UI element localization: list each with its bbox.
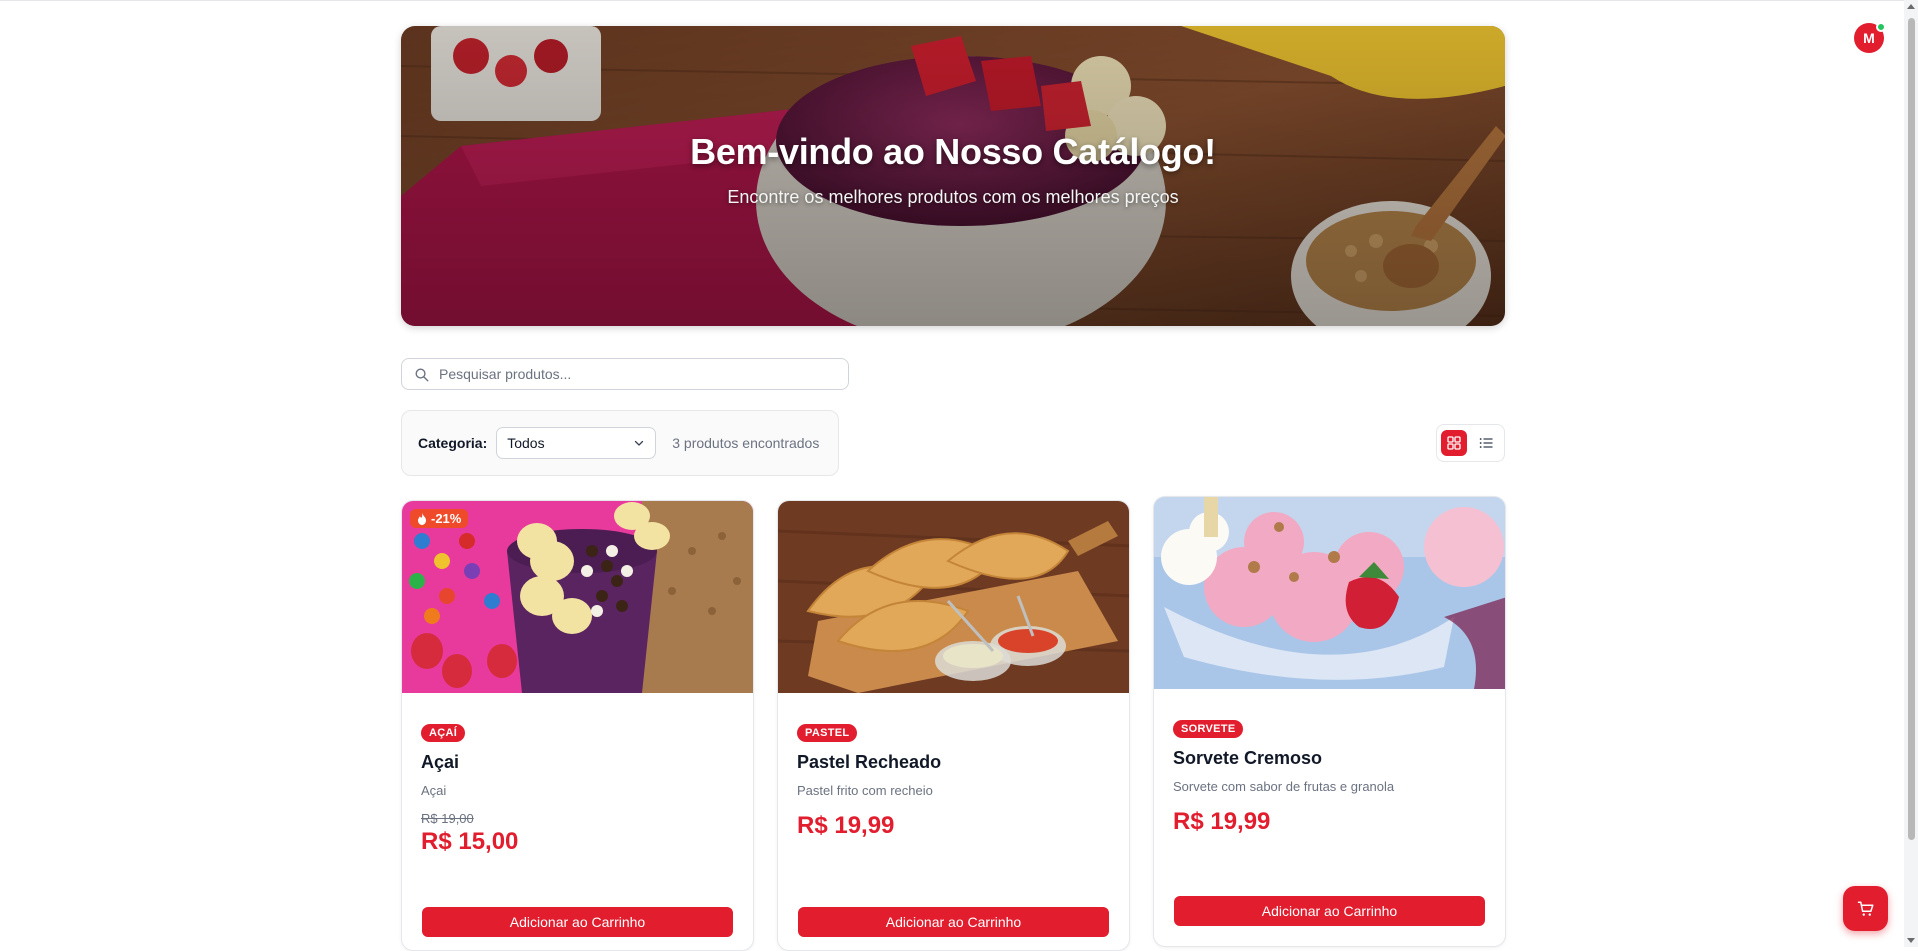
category-badge: SORVETE — [1173, 720, 1244, 738]
product-price: R$ 15,00 — [421, 828, 519, 855]
discount-badge: -21% — [410, 509, 469, 528]
cart-icon — [1857, 901, 1873, 916]
avatar-initial: M — [1863, 30, 1875, 46]
product-card-acai: -21% AÇAÍ Açai Açai R$ 19,00 R$ 15,00 Ad… — [401, 500, 754, 951]
category-select[interactable]: Todos — [496, 427, 657, 459]
add-to-cart-button[interactable]: Adicionar ao Carrinho — [798, 907, 1109, 937]
category-badge: PASTEL — [797, 724, 858, 742]
online-indicator — [1876, 22, 1886, 32]
discount-text: -21% — [431, 511, 462, 526]
add-to-cart-button[interactable]: Adicionar ao Carrinho — [1174, 896, 1485, 926]
flame-icon — [418, 512, 426, 525]
hero-text: Bem-vindo ao Nosso Catálogo! Encontre os… — [401, 26, 1505, 326]
product-name: Pastel Recheado — [797, 752, 942, 772]
page-scrollbar[interactable] — [1904, 0, 1918, 947]
add-to-cart-button[interactable]: Adicionar ao Carrinho — [422, 907, 733, 937]
product-card-pastel: PASTEL Pastel Recheado Pastel frito com … — [777, 500, 1130, 951]
scroll-down-arrow-icon[interactable] — [1907, 938, 1915, 943]
top-border — [0, 0, 1918, 1]
product-name: Açai — [421, 752, 460, 772]
old-price: R$ 19,00 — [421, 811, 474, 826]
search-icon — [415, 368, 429, 381]
filter-bar: Categoria: Todos 3 produtos encontrados — [401, 410, 839, 476]
hero-title: Bem-vindo ao Nosso Catálogo! — [690, 131, 1216, 172]
category-badge: AÇAÍ — [421, 724, 466, 742]
user-avatar[interactable]: M — [1854, 22, 1886, 53]
product-price: R$ 19,99 — [797, 812, 895, 839]
ice-cream-image — [1154, 497, 1505, 689]
product-body: SORVETE Sorvete Cremoso Sorvete com sabo… — [1154, 689, 1505, 850]
view-toggle — [1436, 424, 1505, 462]
product-body: AÇAÍ Açai Açai R$ 19,00 R$ 15,00 — [402, 693, 753, 870]
product-price: R$ 19,99 — [1173, 808, 1271, 835]
grid-icon — [1447, 436, 1461, 450]
products-count: 3 produtos encontrados — [672, 435, 820, 451]
product-card-sorvete: SORVETE Sorvete Cremoso Sorvete com sabo… — [1153, 496, 1506, 947]
search-box[interactable] — [401, 358, 849, 390]
hero-banner: Bem-vindo ao Nosso Catálogo! Encontre os… — [401, 26, 1505, 326]
floating-cart-button[interactable] — [1843, 886, 1888, 931]
product-description: Açai — [421, 783, 447, 798]
category-selected-value: Todos — [507, 435, 545, 451]
product-description: Sorvete com sabor de frutas e granola — [1173, 779, 1395, 794]
list-icon — [1479, 438, 1493, 448]
pastel-image — [778, 501, 1129, 693]
category-label: Categoria: — [418, 435, 488, 451]
chevron-down-icon — [635, 440, 644, 446]
product-name: Sorvete Cremoso — [1173, 748, 1323, 768]
product-description: Pastel frito com recheio — [797, 783, 933, 798]
acai-cup-image — [402, 501, 753, 693]
scroll-up-arrow-icon[interactable] — [1907, 4, 1915, 9]
hero-subtitle: Encontre os melhores produtos com os mel… — [727, 187, 1179, 207]
grid-view-button[interactable] — [1441, 430, 1467, 456]
product-body: PASTEL Pastel Recheado Pastel frito com … — [778, 693, 1129, 854]
list-view-button[interactable] — [1473, 430, 1499, 456]
scrollbar-thumb[interactable] — [1908, 18, 1915, 840]
product-image-sorvete[interactable] — [1154, 497, 1505, 689]
product-image-acai[interactable]: -21% — [402, 501, 753, 693]
search-input[interactable] — [439, 366, 819, 382]
product-image-pastel[interactable] — [778, 501, 1129, 693]
